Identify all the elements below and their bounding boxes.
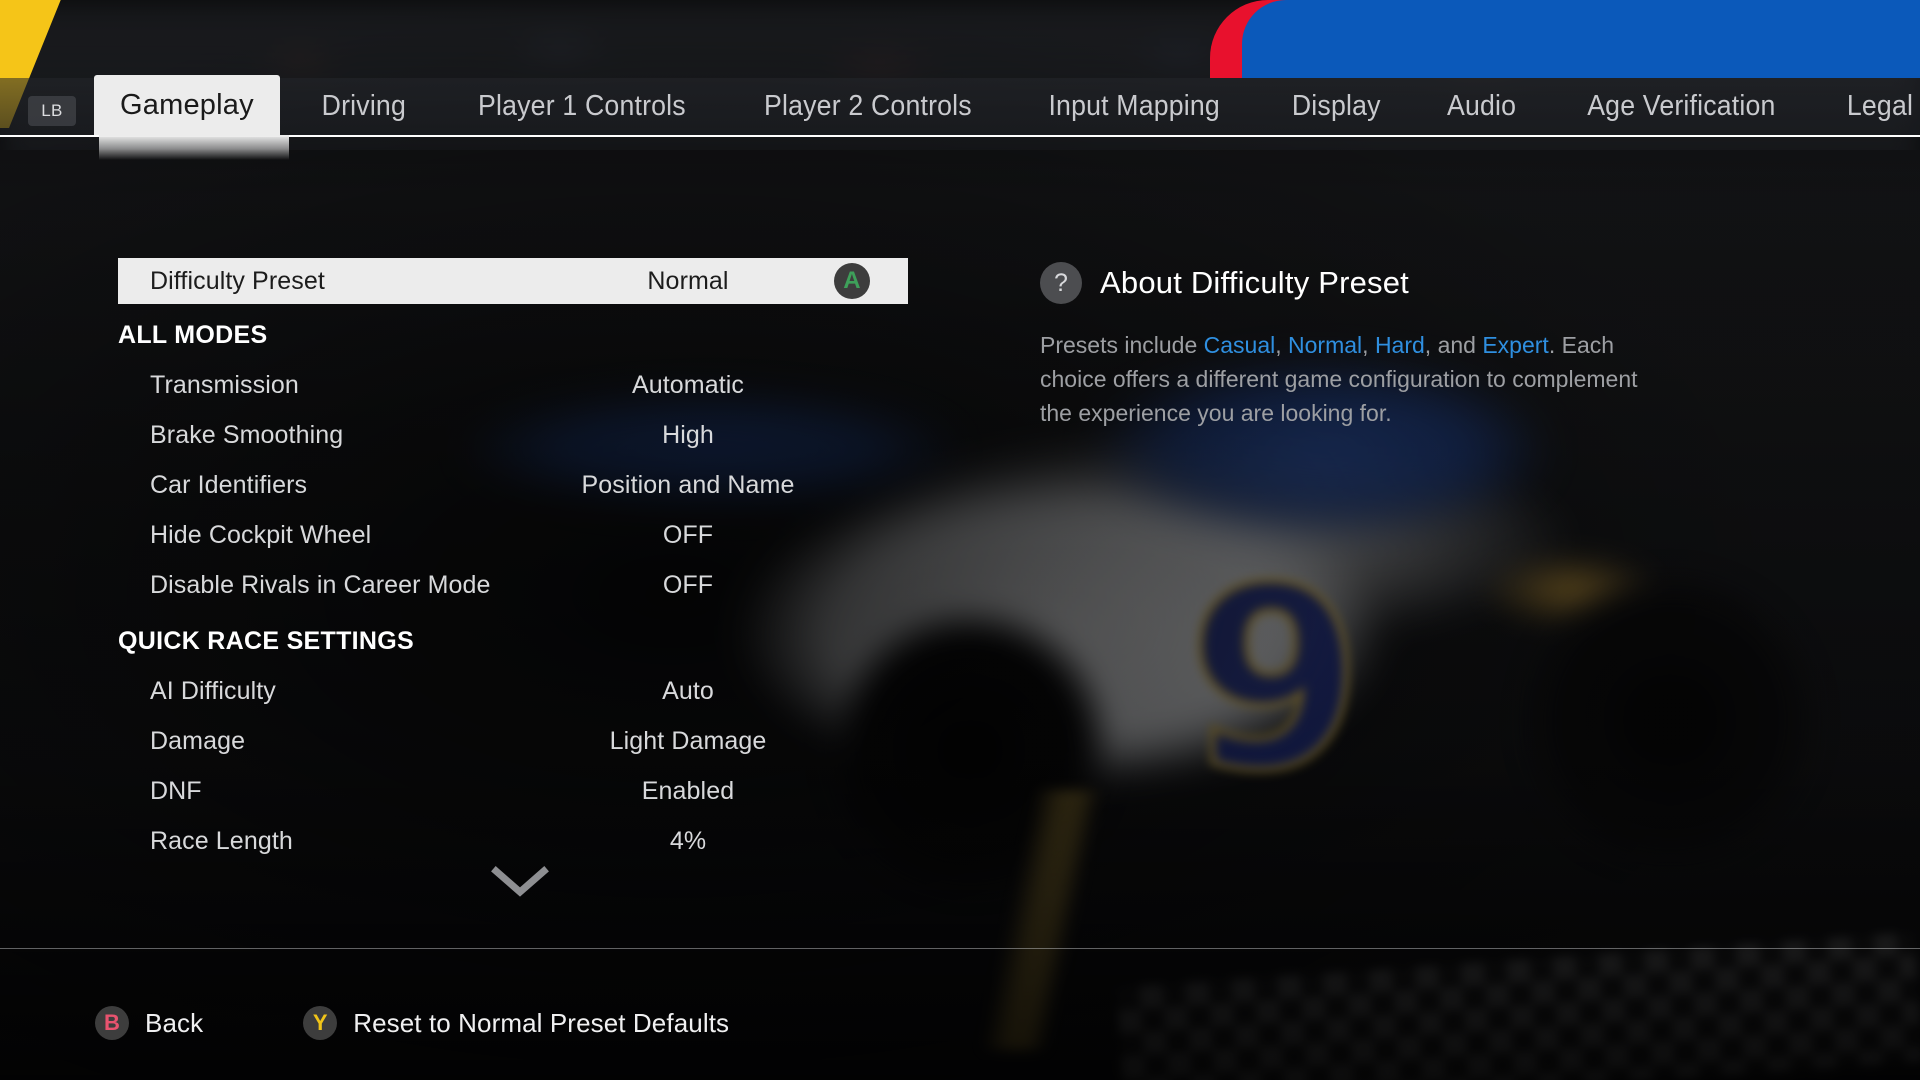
setting-label: Car Identifiers xyxy=(150,470,308,499)
bottom-divider xyxy=(0,948,1920,949)
help-question-icon: ? xyxy=(1040,262,1082,304)
setting-value: OFF xyxy=(662,570,714,599)
setting-label: Transmission xyxy=(150,370,299,399)
action-hint-label: Back xyxy=(145,1007,204,1038)
tab-legal[interactable]: Legal xyxy=(1847,90,1913,135)
setting-row-transmission[interactable]: Transmission Automatic xyxy=(118,360,908,410)
preset-name: Casual xyxy=(1203,332,1276,358)
tab-input-mapping[interactable]: Input Mapping xyxy=(1049,90,1220,135)
action-hint-label: Reset to Normal Preset Defaults xyxy=(353,1007,730,1038)
tab-age-verification[interactable]: Age Verification xyxy=(1587,90,1775,135)
setting-row-difficulty-preset[interactable]: Difficulty Preset Normal A xyxy=(118,258,908,304)
setting-row-damage[interactable]: Damage Light Damage xyxy=(118,716,908,766)
action-hint-back[interactable]: B Back xyxy=(95,1006,203,1040)
settings-group-heading-all-modes: ALL MODES xyxy=(118,320,268,349)
setting-value: Auto xyxy=(662,676,714,705)
setting-label: Damage xyxy=(150,726,246,755)
tab-list: LB Gameplay Driving Player 1 Controls Pl… xyxy=(0,75,1920,135)
setting-label: Disable Rivals in Career Mode xyxy=(150,570,491,599)
setting-value: Light Damage xyxy=(609,726,767,755)
bottom-action-bar: B Back Y Reset to Normal Preset Defaults xyxy=(0,966,1920,1080)
body-text: Presets include xyxy=(1040,332,1204,358)
setting-label: Brake Smoothing xyxy=(150,420,344,449)
setting-value: 4% xyxy=(669,826,707,855)
setting-row-dnf[interactable]: DNF Enabled xyxy=(118,766,908,816)
button-b-icon: B xyxy=(95,1006,129,1040)
left-bumper-hint[interactable]: LB xyxy=(28,96,76,126)
setting-label: AI Difficulty xyxy=(150,676,276,705)
body-text: , xyxy=(1362,332,1375,358)
tab-display[interactable]: Display xyxy=(1291,90,1380,135)
settings-group-heading-quick-race-settings: QUICK RACE SETTINGS xyxy=(118,626,414,655)
setting-value: High xyxy=(662,420,714,449)
info-panel-body: Presets include Casual, Normal, Hard, an… xyxy=(1040,328,1656,430)
tab-player-2-controls[interactable]: Player 2 Controls xyxy=(764,90,972,135)
setting-row-hide-cockpit-wheel[interactable]: Hide Cockpit Wheel OFF xyxy=(118,510,908,560)
settings-list: Difficulty Preset Normal A ALL MODES Tra… xyxy=(118,258,908,866)
tab-gameplay[interactable]: Gameplay xyxy=(94,75,280,135)
preset-name: Hard xyxy=(1374,332,1425,358)
button-a-icon[interactable]: A xyxy=(834,263,870,299)
setting-value: OFF xyxy=(662,520,714,549)
settings-tab-bar: LB Gameplay Driving Player 1 Controls Pl… xyxy=(0,75,1920,137)
tab-driving[interactable]: Driving xyxy=(321,90,405,135)
setting-value: Enabled xyxy=(641,776,735,805)
banner-right-bars xyxy=(1200,0,1920,78)
setting-row-disable-rivals-in-career-mode[interactable]: Disable Rivals in Career Mode OFF xyxy=(118,560,908,610)
setting-row-ai-difficulty[interactable]: AI Difficulty Auto xyxy=(118,666,908,716)
info-panel-header: ? About Difficulty Preset xyxy=(1040,262,1730,304)
info-panel-title: About Difficulty Preset xyxy=(1100,265,1409,300)
setting-label: Difficulty Preset xyxy=(150,266,325,295)
preset-name: Expert xyxy=(1482,332,1549,358)
setting-row-brake-smoothing[interactable]: Brake Smoothing High xyxy=(118,410,908,460)
setting-value: Normal xyxy=(647,266,729,295)
tab-audio[interactable]: Audio xyxy=(1447,90,1516,135)
setting-label: DNF xyxy=(150,776,202,805)
action-hint-reset-defaults[interactable]: Y Reset to Normal Preset Defaults xyxy=(303,1006,729,1040)
active-tab-indicator xyxy=(99,135,289,160)
body-text: , xyxy=(1275,332,1289,358)
preset-name: Normal xyxy=(1288,332,1363,358)
bar-blue xyxy=(1242,0,1920,78)
body-text: , and xyxy=(1424,332,1483,358)
button-y-icon: Y xyxy=(303,1006,338,1040)
setting-row-race-length[interactable]: Race Length 4% xyxy=(118,816,908,866)
setting-value: Position and Name xyxy=(581,470,795,499)
setting-row-car-identifiers[interactable]: Car Identifiers Position and Name xyxy=(118,460,908,510)
info-panel: ? About Difficulty Preset Presets includ… xyxy=(1040,262,1730,430)
chevron-down-icon[interactable] xyxy=(490,865,550,899)
setting-label: Race Length xyxy=(150,826,293,855)
setting-label: Hide Cockpit Wheel xyxy=(150,520,372,549)
setting-value: Automatic xyxy=(631,370,745,399)
tab-player-1-controls[interactable]: Player 1 Controls xyxy=(478,90,686,135)
